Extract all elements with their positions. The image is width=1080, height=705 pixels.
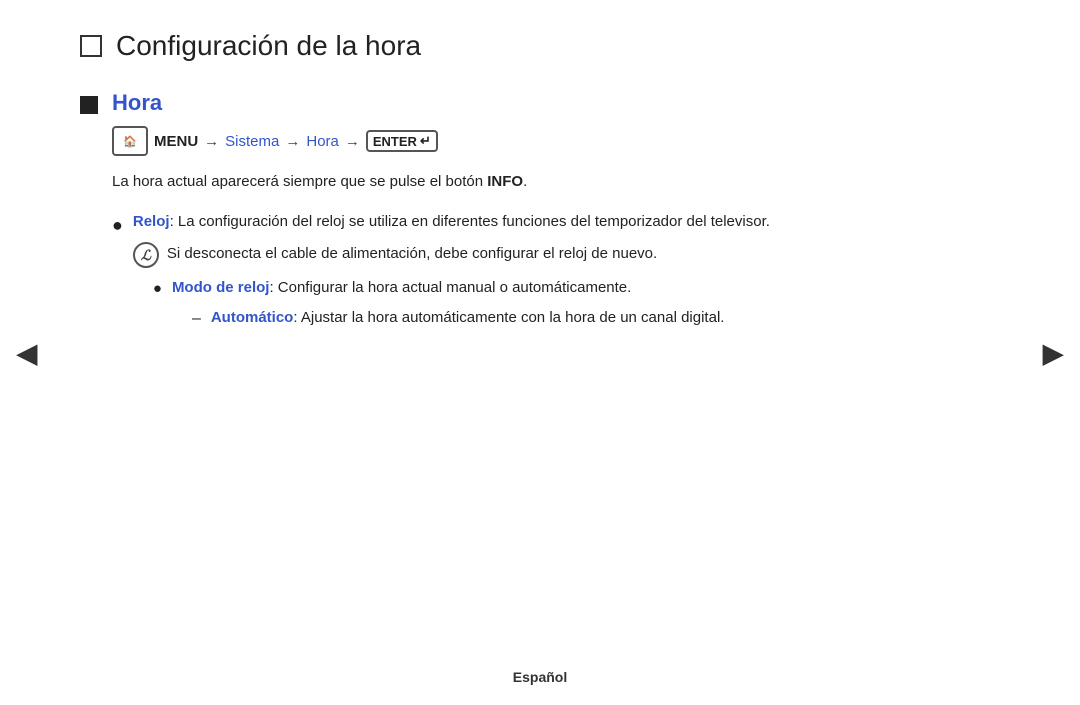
menu-icon: 🏠 xyxy=(112,126,148,156)
modo-term: Modo de reloj xyxy=(172,279,270,296)
sub-sub-item-auto: – Automático: Ajustar la hora automática… xyxy=(192,306,725,332)
page-container: Configuración de la hora Hora 🏠 MENU → S… xyxy=(0,0,1080,705)
info-text: La hora actual aparecerá siempre que se … xyxy=(112,170,1000,194)
checkbox-icon xyxy=(80,35,102,57)
reloj-term: Reloj xyxy=(133,213,170,230)
section-heading: Hora xyxy=(112,90,1000,116)
sub-sub-content-auto: Automático: Ajustar la hora automáticame… xyxy=(211,306,725,330)
bullet-item-reloj: ● Reloj: La configuración del reloj se u… xyxy=(112,210,1000,342)
info-end: . xyxy=(523,173,527,190)
black-square-icon xyxy=(80,96,98,114)
menu-label: MENU xyxy=(154,133,198,150)
sub-bullet-dot: ● xyxy=(153,277,162,301)
bullet-list: ● Reloj: La configuración del reloj se u… xyxy=(112,210,1000,342)
info-line: La hora actual aparecerá siempre que se … xyxy=(112,173,487,190)
reloj-text: : La configuración del reloj se utiliza … xyxy=(170,213,770,230)
automatico-term: Automático xyxy=(211,309,294,326)
enter-arrow-icon: ↵ xyxy=(420,133,431,149)
arrow1: → xyxy=(204,133,219,150)
sub-sub-bullet-list: – Automático: Ajustar la hora automática… xyxy=(172,306,725,332)
sistema-link: Sistema xyxy=(225,133,279,150)
note-text: Si desconecta el cable de alimentación, … xyxy=(167,242,657,266)
footer-language: Español xyxy=(0,669,1080,685)
sub-bullet-item-modo: ● Modo de reloj: Configurar la hora actu… xyxy=(153,276,1000,332)
bullet-content-reloj: Reloj: La configuración del reloj se uti… xyxy=(133,210,1000,342)
menu-path-row: 🏠 MENU → Sistema → Hora → ENTER↵ xyxy=(112,126,1000,156)
note-icon: ℒ xyxy=(133,242,159,268)
sub-dash: – xyxy=(192,306,201,332)
sub-bullet-content-modo: Modo de reloj: Configurar la hora actual… xyxy=(172,276,725,332)
sub-bullet-list: ● Modo de reloj: Configurar la hora actu… xyxy=(133,276,1000,332)
section-content: Hora 🏠 MENU → Sistema → Hora → ENTER↵ La… xyxy=(112,90,1000,352)
arrow3: → xyxy=(345,133,360,150)
section-block: Hora 🏠 MENU → Sistema → Hora → ENTER↵ La… xyxy=(80,90,1000,352)
automatico-text: : Ajustar la hora automáticamente con la… xyxy=(293,309,724,326)
main-title-row: Configuración de la hora xyxy=(80,30,1000,62)
enter-box: ENTER↵ xyxy=(366,130,438,152)
note-row: ℒ Si desconecta el cable de alimentación… xyxy=(133,242,1000,268)
enter-label: ENTER xyxy=(373,134,417,149)
hora-link: Hora xyxy=(306,133,339,150)
nav-arrow-right[interactable]: ▶ xyxy=(1042,336,1064,369)
modo-text: : Configurar la hora actual manual o aut… xyxy=(269,279,631,296)
arrow2: → xyxy=(285,133,300,150)
page-title: Configuración de la hora xyxy=(116,30,421,62)
info-bold: INFO xyxy=(487,173,523,190)
nav-arrow-left[interactable]: ◀ xyxy=(16,336,38,369)
bullet-dot: ● xyxy=(112,211,123,240)
